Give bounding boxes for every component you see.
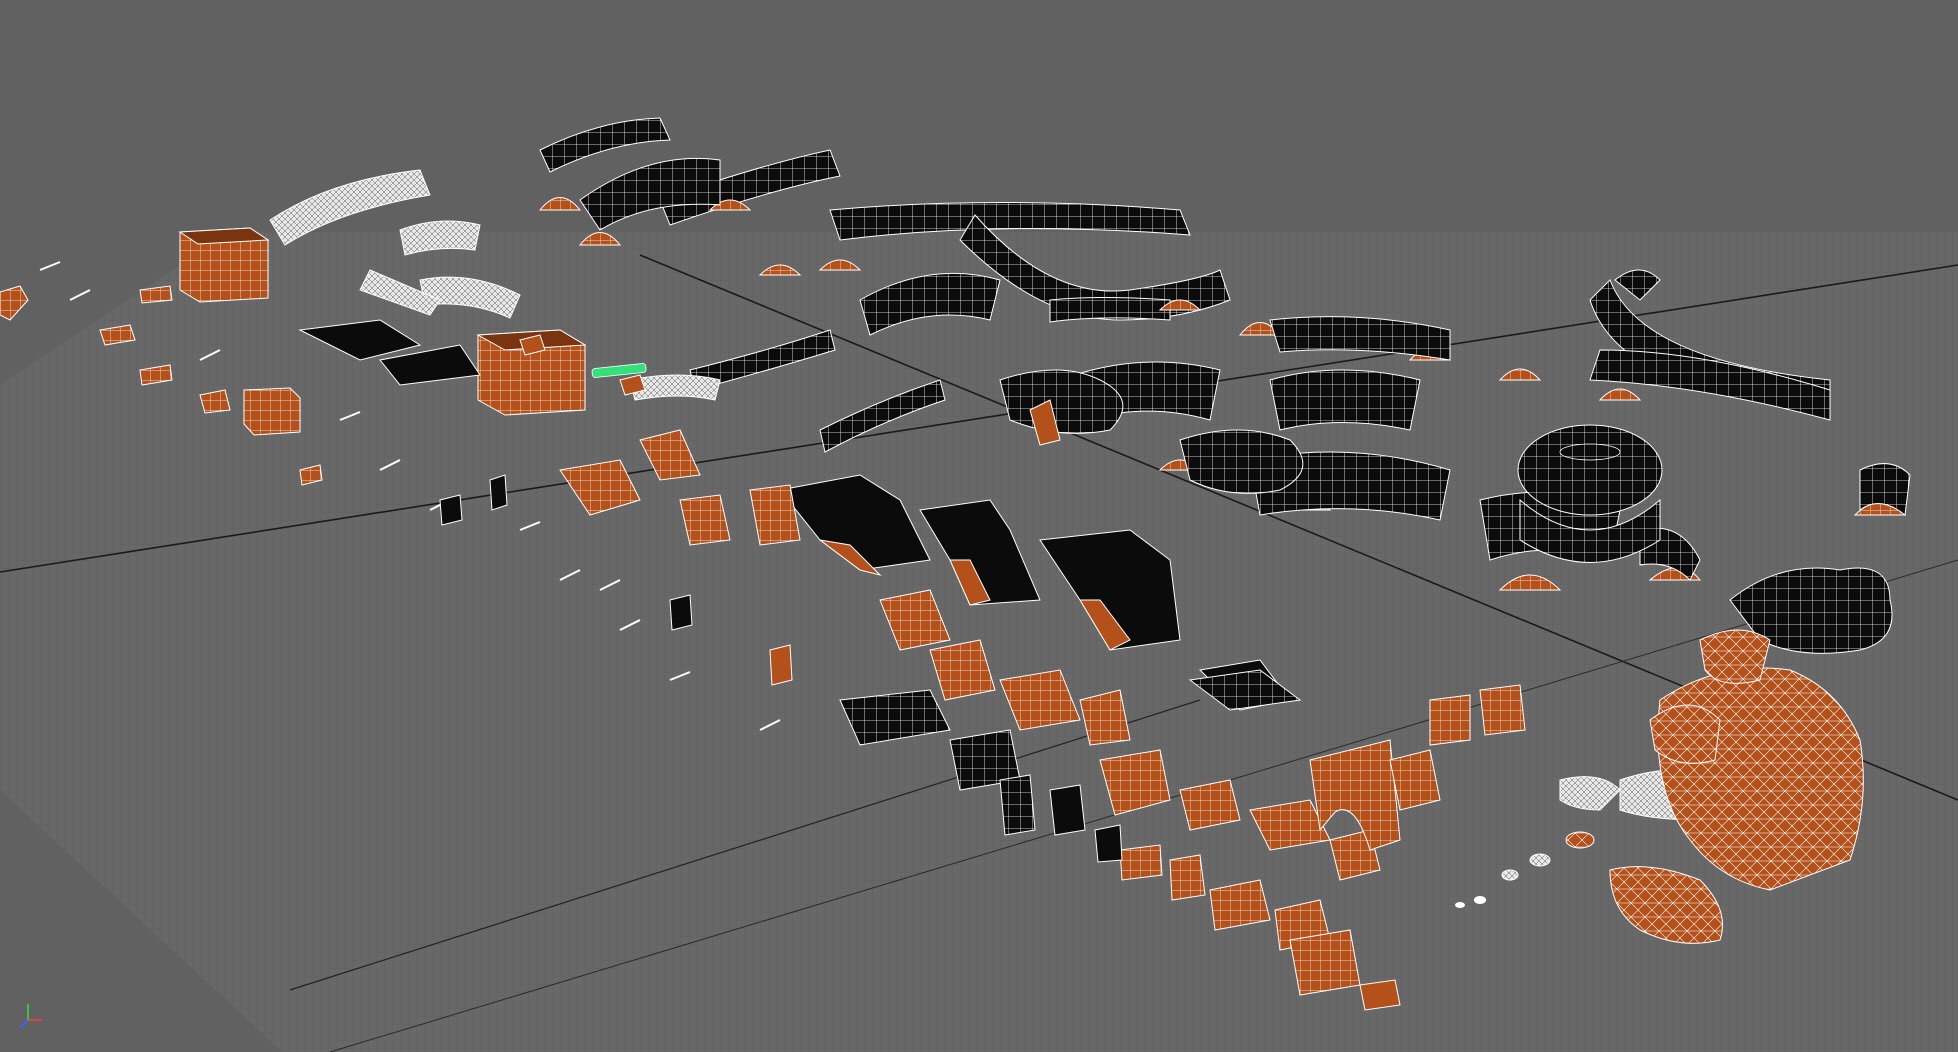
viewport-scene[interactable] — [0, 0, 1958, 1052]
pipe-segment — [1049, 297, 1171, 323]
axis-gizmo — [19, 1004, 42, 1029]
3d-viewport[interactable] — [0, 0, 1958, 1052]
dome-chamber[interactable] — [1517, 424, 1663, 563]
pipe-segment — [539, 117, 671, 173]
